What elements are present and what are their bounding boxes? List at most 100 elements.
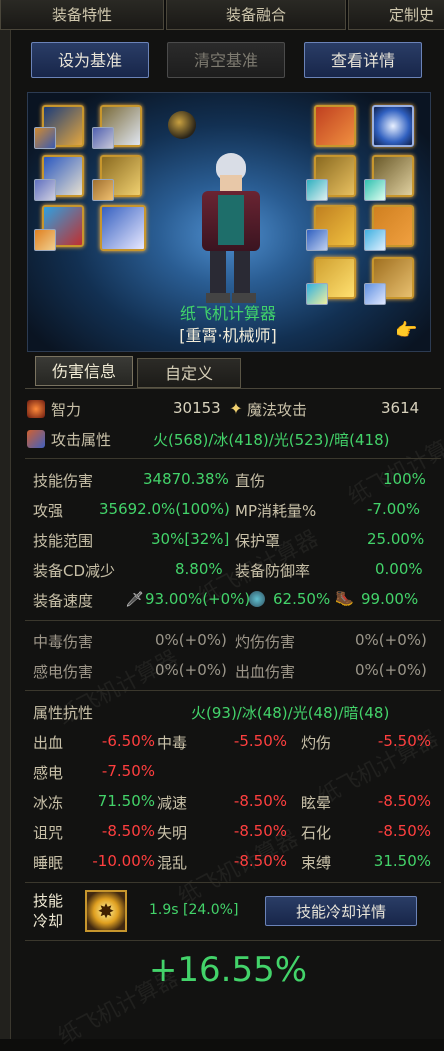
resist-value: -10.00% xyxy=(92,852,155,870)
tab-equip-traits[interactable]: 装备特性 xyxy=(0,0,164,30)
emblem-icon[interactable] xyxy=(34,127,56,149)
skill-range-value: 30%[32%] xyxy=(151,530,230,548)
resist-label: 混乱 xyxy=(157,854,188,872)
resist-value: 31.50% xyxy=(373,852,431,870)
resist-label: 冰冻 xyxy=(33,794,64,812)
shield-label: 保护罩 xyxy=(235,532,281,550)
pointing-hand-icon[interactable]: 👉 xyxy=(395,320,417,341)
calculator-name: 纸飞机计算器 xyxy=(179,304,276,323)
left-edge-strip xyxy=(0,30,10,1039)
attack-speed-icon: 🗡 xyxy=(125,590,145,608)
resist-value: -8.50% xyxy=(233,822,287,840)
skill-range-label: 技能范围 xyxy=(33,532,94,550)
resist-value: 71.50% xyxy=(97,792,155,810)
equip-slot-icon[interactable] xyxy=(100,205,146,251)
divider xyxy=(25,882,441,883)
attack-strength-value: 35692.0%(100%) xyxy=(99,500,230,518)
emblem-icon[interactable] xyxy=(364,179,386,201)
resist-label: 中毒 xyxy=(157,734,188,752)
emblem-icon[interactable] xyxy=(92,127,114,149)
resist-value: -8.50% xyxy=(377,822,431,840)
character-name: [重霄·机械师] xyxy=(179,326,277,345)
emblem-icon[interactable] xyxy=(34,179,56,201)
divider xyxy=(25,620,441,621)
resist-value: -8.50% xyxy=(233,792,287,810)
equip-defense-value: 0.00% xyxy=(375,560,423,578)
burn-damage-value: 0%(+0%) xyxy=(355,631,427,649)
resist-value: -8.50% xyxy=(233,852,287,870)
mp-cost-label: MP消耗量% xyxy=(235,502,317,520)
cooldown-label-line2: 冷却 xyxy=(33,912,64,930)
emblem-icon[interactable] xyxy=(306,179,328,201)
cooldown-skill-icon: ✸ xyxy=(85,890,127,932)
view-detail-button[interactable]: 查看详情 xyxy=(304,42,422,78)
direct-damage-value: 100% xyxy=(383,470,426,488)
skill-damage-label: 技能伤害 xyxy=(33,472,94,490)
attr-value: 火(568)/冰(418)/光(523)/暗(418) xyxy=(153,431,390,449)
resist-label: 感电 xyxy=(33,764,64,782)
emblem-icon[interactable] xyxy=(92,179,114,201)
resist-label: 灼伤 xyxy=(301,734,332,752)
resist-label: 睡眠 xyxy=(33,854,64,872)
divider xyxy=(25,388,441,389)
poison-damage-label: 中毒伤害 xyxy=(33,633,94,651)
resist-label: 减速 xyxy=(157,794,188,812)
attr-label: 攻击属性 xyxy=(51,431,112,449)
resistance-title: 属性抗性 xyxy=(33,704,94,722)
resist-value: -5.50% xyxy=(233,732,287,750)
resist-label: 失明 xyxy=(157,824,188,842)
tab-custom[interactable]: 自定义 xyxy=(137,358,241,388)
resist-label: 束缚 xyxy=(301,854,332,872)
resist-value: -7.50% xyxy=(101,762,155,780)
poison-damage-value: 0%(+0%) xyxy=(155,631,227,649)
direct-damage-label: 直伤 xyxy=(235,472,266,490)
tab-equip-fusion[interactable]: 装备融合 xyxy=(166,0,346,30)
equip-defense-label: 装备防御率 xyxy=(235,562,311,580)
bleed-damage-label: 出血伤害 xyxy=(235,663,296,681)
resist-value: -5.50% xyxy=(377,732,431,750)
cooldown-detail-button[interactable]: 技能冷却详情 xyxy=(265,896,417,926)
bleed-damage-value: 0%(+0%) xyxy=(355,661,427,679)
clear-base-button[interactable]: 清空基准 xyxy=(167,42,285,78)
equip-slot-icon[interactable] xyxy=(314,105,356,147)
equip-cd-label: 装备CD减少 xyxy=(33,562,116,580)
character-figure xyxy=(180,153,280,303)
resist-label: 诅咒 xyxy=(33,824,64,842)
emblem-icon[interactable] xyxy=(306,229,328,251)
character-panel: 纸飞机计算器 纸飞机计算器 纸飞机计算器 纸飞机计算器 纸飞机计算器 纸飞机计算… xyxy=(10,30,444,1050)
resist-label: 石化 xyxy=(301,824,332,842)
pet-icon xyxy=(168,111,196,139)
int-value: 30153 xyxy=(173,399,221,417)
resistance-value: 火(93)/冰(48)/光(48)/暗(48) xyxy=(191,704,390,722)
matk-value: 3614 xyxy=(381,399,420,417)
attack-strength-label: 攻强 xyxy=(33,502,64,520)
cooldown-value: 1.9s [24.0%] xyxy=(149,902,239,918)
emblem-icon[interactable] xyxy=(34,229,56,251)
move-speed-value: 99.00% xyxy=(361,590,419,608)
mp-cost-value: -7.00% xyxy=(367,500,421,518)
move-speed-icon: 🥾 xyxy=(335,589,354,607)
divider xyxy=(25,690,441,691)
equip-cd-value: 8.80% xyxy=(175,560,223,578)
divider xyxy=(25,940,441,941)
shield-value: 25.00% xyxy=(367,530,425,548)
resist-label: 出血 xyxy=(33,734,64,752)
intelligence-icon xyxy=(27,400,45,418)
attack-attribute-icon xyxy=(27,430,45,448)
tab-damage-info[interactable]: 伤害信息 xyxy=(35,356,133,386)
magic-attack-icon: ✦ xyxy=(229,399,243,418)
resist-value: -8.50% xyxy=(377,792,431,810)
resist-value: -8.50% xyxy=(101,822,155,840)
shock-damage-value: 0%(+0%) xyxy=(155,661,227,679)
equip-slot-icon[interactable] xyxy=(372,105,414,147)
equip-speed-label: 装备速度 xyxy=(33,592,94,610)
emblem-icon[interactable] xyxy=(364,229,386,251)
resist-value: -6.50% xyxy=(101,732,155,750)
set-base-button[interactable]: 设为基准 xyxy=(31,42,149,78)
cast-speed-value: 62.50% xyxy=(273,590,331,608)
divider xyxy=(25,458,441,459)
matk-label: 魔法攻击 xyxy=(247,401,308,419)
total-damage-increase: +16.55% xyxy=(148,950,308,990)
cast-speed-icon xyxy=(249,591,265,607)
tab-custom-history[interactable]: 定制史 xyxy=(348,0,444,30)
